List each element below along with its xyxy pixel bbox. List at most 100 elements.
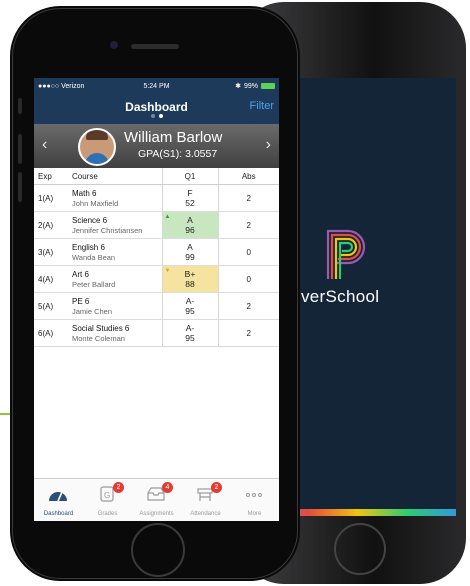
student-name: William Barlow <box>124 129 223 146</box>
grade-letter: B+ <box>184 269 196 279</box>
exp-cell: 4(A) <box>34 265 68 293</box>
table-row[interactable]: 6(A) Social Studies 6 Monte Coleman A- 95 2 <box>34 319 279 347</box>
tab-attendance[interactable]: 2 Attendance <box>181 479 230 521</box>
app-screen: ●●●○○ Verizon 5:24 PM ✱ 99% Dashboard Fi… <box>34 78 279 521</box>
powerschool-logo-icon <box>326 229 366 279</box>
tab-label: More <box>247 511 262 517</box>
gauge-icon <box>49 491 67 502</box>
tab-more[interactable]: More <box>230 479 279 521</box>
exp-cell: 2(A) <box>34 211 68 239</box>
course-title: Math 6 <box>72 188 97 198</box>
grade-score: 96 <box>185 225 195 235</box>
absences-cell: 0 <box>218 238 279 266</box>
avatar <box>78 128 116 166</box>
grade-score: 52 <box>185 198 195 208</box>
volume-up-button <box>18 134 22 164</box>
absences-cell: 2 <box>218 211 279 239</box>
mute-switch <box>18 98 22 114</box>
chevron-left-icon[interactable]: ‹ <box>42 136 47 154</box>
page-title: Dashboard <box>125 100 188 114</box>
grade-score: 99 <box>185 252 195 262</box>
speaker-grille <box>131 44 179 49</box>
exp-cell: 3(A) <box>34 238 68 266</box>
course-title: PE 6 <box>72 296 90 306</box>
absences-cell: 2 <box>218 184 279 212</box>
page-dots <box>34 114 279 118</box>
grade-letter: A <box>187 215 193 225</box>
absences-cell: 0 <box>218 265 279 293</box>
tab-dashboard[interactable]: Dashboard <box>34 479 83 521</box>
absences-cell: 2 <box>218 319 279 347</box>
grade-score: 95 <box>185 306 195 316</box>
exp-cell: 1(A) <box>34 184 68 212</box>
course-title: Art 6 <box>72 269 89 279</box>
exp-cell: 5(A) <box>34 292 68 320</box>
teacher-name: Monte Coleman <box>72 333 125 343</box>
q1-grade-cell[interactable]: ▲ A 96 <box>161 211 219 239</box>
student-gpa: GPA(S1): 3.0557 <box>138 148 218 160</box>
back-phone-home-button <box>334 523 386 575</box>
trend-down-icon: ▼ <box>164 268 171 274</box>
grade-score: 88 <box>185 279 195 289</box>
grade-letter: A <box>187 242 193 252</box>
col-q1: Q1 <box>161 168 219 185</box>
grade-letter: A- <box>185 323 195 333</box>
teacher-name: Jennifer Christiansen <box>72 225 143 235</box>
table-row[interactable]: 5(A) PE 6 Jamie Chen A- 95 2 <box>34 292 279 320</box>
tab-label: Assignments <box>139 511 174 517</box>
home-button[interactable] <box>131 523 185 577</box>
tab-label: Grades <box>97 511 118 517</box>
course-cell: Math 6 John Maxfield <box>68 184 162 212</box>
more-icon <box>246 493 262 497</box>
course-cell: Social Studies 6 Monte Coleman <box>68 319 162 347</box>
table-row[interactable]: 4(A) Art 6 Peter Ballard ▼ B+ 88 0 <box>34 265 279 293</box>
course-cell: Art 6 Peter Ballard <box>68 265 162 293</box>
q1-grade-cell[interactable]: A- 95 <box>161 319 219 347</box>
course-title: English 6 <box>72 242 105 252</box>
q1-grade-cell[interactable]: A- 95 <box>161 292 219 320</box>
brand-name: verSchool <box>301 287 380 306</box>
table-row[interactable]: 1(A) Math 6 John Maxfield F 52 2 <box>34 184 279 212</box>
page-dot <box>150 114 155 118</box>
tab-label: Attendance <box>190 511 221 517</box>
page-dot-active <box>158 114 163 118</box>
course-title: Science 6 <box>72 215 108 225</box>
table-row[interactable]: 3(A) English 6 Wanda Bean A 99 0 <box>34 238 279 266</box>
svg-text:G: G <box>104 491 110 500</box>
volume-down-button <box>18 172 22 202</box>
course-cell: PE 6 Jamie Chen <box>68 292 162 320</box>
student-header: ‹ William Barlow GPA(S1): 3.0557 › <box>34 124 279 168</box>
teacher-name: Wanda Bean <box>72 252 116 262</box>
tab-bar: Dashboard G 2 Grades 4 Assignments 2 Att… <box>34 478 279 521</box>
clock: 5:24 PM <box>143 82 170 90</box>
exp-cell: 6(A) <box>34 319 68 347</box>
tab-grades[interactable]: G 2 Grades <box>83 479 132 521</box>
teacher-name: John Maxfield <box>72 198 119 208</box>
q1-grade-cell[interactable]: ▼ B+ 88 <box>161 265 219 293</box>
course-title: Social Studies 6 <box>72 323 130 333</box>
course-cell: Science 6 Jennifer Christiansen <box>68 211 162 239</box>
q1-grade-cell[interactable]: A 99 <box>161 238 219 266</box>
teacher-name: Jamie Chen <box>72 306 113 316</box>
absences-cell: 2 <box>218 292 279 320</box>
col-abs: Abs <box>218 168 279 185</box>
grades-badge: 2 <box>113 482 124 493</box>
tab-label: Dashboard <box>43 511 74 517</box>
course-cell: English 6 Wanda Bean <box>68 238 162 266</box>
teacher-name: Peter Ballard <box>72 279 116 289</box>
chevron-right-icon[interactable]: › <box>266 136 271 154</box>
nav-bar: Dashboard Filter <box>34 94 279 124</box>
table-row[interactable]: 2(A) Science 6 Jennifer Christiansen ▲ A 96 2 <box>34 211 279 239</box>
status-bar: ●●●○○ Verizon 5:24 PM ✱ 99% <box>34 78 279 94</box>
trend-up-icon: ▲ <box>164 214 171 220</box>
assignments-badge: 4 <box>162 482 173 493</box>
tab-assignments[interactable]: 4 Assignments <box>132 479 181 521</box>
grade-letter: F <box>187 188 193 198</box>
grades-table: Exp Course Q1 Abs 1(A) Math 6 John Maxfiel… <box>34 168 279 347</box>
filter-button[interactable]: Filter <box>250 100 274 112</box>
table-header-row: Exp Course Q1 Abs <box>34 168 279 185</box>
grade-letter: A- <box>185 296 195 306</box>
front-phone: ●●●○○ Verizon 5:24 PM ✱ 99% Dashboard Fi… <box>10 6 300 581</box>
front-camera <box>110 41 118 49</box>
q1-grade-cell[interactable]: F 52 <box>161 184 219 212</box>
